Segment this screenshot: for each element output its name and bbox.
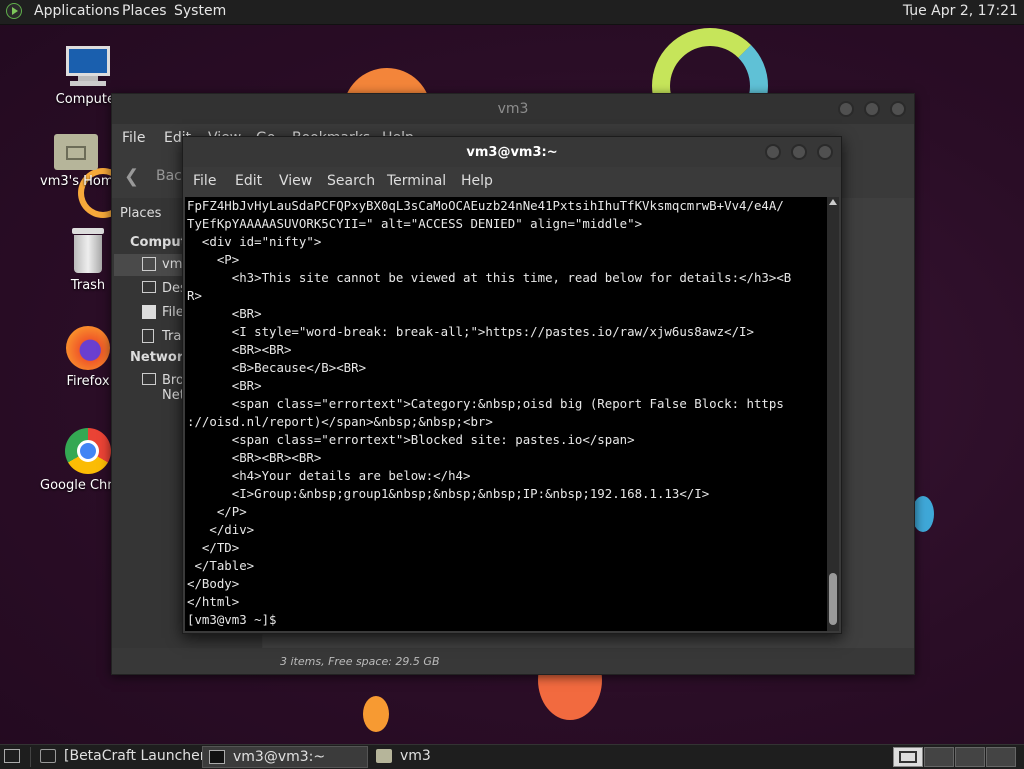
taskbar-item-label: vm3 [400,748,431,764]
terminal-line: <P> [187,252,240,267]
terminal-line: <h4>Your details are below:</h4> [187,468,471,483]
sidebar-header[interactable]: Places [120,206,161,221]
status-bar: 3 items, Free space: 29.5 GB [112,648,914,674]
terminal-output[interactable]: FpFZ4HbJvHyLauSdaPCFQPxyBX0qL3sCaMoOCAEu… [185,197,827,631]
terminal-prompt: [vm3@vm3 ~]$ [187,612,284,627]
terminal-line: </Table> [187,558,255,573]
taskbar-item-label: [BetaCraft Launcher... [64,748,202,764]
trash-icon [70,228,106,274]
term-menu-help[interactable]: Help [461,173,493,189]
terminal-titlebar[interactable]: vm3@vm3:~ [183,137,841,167]
workspace-2[interactable] [924,747,954,767]
terminal-line: </html> [187,594,240,609]
scroll-up-icon[interactable] [829,199,837,205]
terminal-icon [209,750,225,764]
terminal-line: R> [187,288,202,303]
taskbar-item-label: vm3@vm3:~ [233,749,326,765]
terminal-line: </div> [187,522,255,537]
minimize-button[interactable] [765,144,781,160]
terminal-line: <BR><BR> [187,342,292,357]
terminal-line: </TD> [187,540,240,555]
menu-logo-icon[interactable] [6,3,22,19]
status-text: 3 items, Free space: 29.5 GB [280,655,440,668]
terminal-line: <h3>This site cannot be viewed at this t… [187,270,792,285]
computer-icon [64,46,112,88]
workspace-window-icon [899,751,917,763]
wallpaper-blue-blob [912,496,934,532]
home-icon [142,257,156,271]
window-title: vm3@vm3:~ [466,145,558,160]
home-folder-icon [54,130,98,170]
drive-icon [142,305,156,319]
window-title: vm3 [497,101,529,117]
term-menu-edit[interactable]: Edit [235,173,262,189]
chrome-icon [65,428,111,474]
terminal-line: </Body> [187,576,240,591]
terminal-scrollbar[interactable] [827,197,839,631]
java-icon [40,749,56,763]
taskbar-item-vm3[interactable]: vm3 [370,746,530,768]
menu-system[interactable]: System [174,3,226,19]
scrollbar-thumb[interactable] [829,573,837,625]
file-manager-titlebar[interactable]: vm3 [112,94,914,124]
taskbar-item-betacraft[interactable]: [BetaCraft Launcher... [34,746,202,768]
folder-icon [376,749,392,763]
desktop-folder-icon [142,281,156,293]
terminal-line: <div id="nifty"> [187,234,322,249]
term-menu-view[interactable]: View [279,173,312,189]
term-menu-terminal[interactable]: Terminal [387,173,446,189]
maximize-button[interactable] [864,101,880,117]
terminal-line: <BR> [187,306,262,321]
terminal-line: <I style="word-break: break-all;">https:… [187,324,754,339]
term-menu-search[interactable]: Search [327,173,375,189]
workspace-3[interactable] [955,747,985,767]
term-menu-file[interactable]: File [193,173,216,189]
menu-applications[interactable]: Applications [34,3,120,19]
terminal-line: <B>Because</B><BR> [187,360,367,375]
maximize-button[interactable] [791,144,807,160]
taskbar-item-terminal[interactable]: vm3@vm3:~ [202,746,368,768]
terminal-line: <I>Group:&nbsp;group1&nbsp;&nbsp;&nbsp;I… [187,486,710,501]
minimize-button[interactable] [838,101,854,117]
close-button[interactable] [817,144,833,160]
panel-separator [30,747,31,767]
terminal-line: <BR> [187,378,262,393]
clock[interactable]: Tue Apr 2, 17:21 [903,3,1018,19]
desktop-icon-home[interactable]: vm3's Home [40,130,112,189]
terminal-line: </P> [187,504,247,519]
network-icon [142,373,156,385]
show-desktop-icon[interactable] [4,749,20,763]
terminal-line: TyEfKpYAAAAASUVORK5CYII=" alt="ACCESS DE… [187,216,643,231]
menu-places[interactable]: Places [122,3,167,19]
close-button[interactable] [890,101,906,117]
terminal-line: <BR><BR><BR> [187,450,322,465]
firefox-icon [66,326,110,370]
wallpaper-small-orange [363,696,389,732]
terminal-line: <span class="errortext">Category:&nbsp;o… [187,396,784,411]
desktop-icon-label: vm3's Home [40,174,112,189]
top-panel: Applications Places System Tue Apr 2, 17… [0,0,1024,25]
terminal-line: <span class="errortext">Blocked site: pa… [187,432,635,447]
terminal-menubar: File Edit View Search Terminal Help [183,167,841,195]
workspace-4[interactable] [986,747,1016,767]
back-arrow-icon[interactable]: ❮ [124,166,139,187]
workspace-switcher[interactable] [893,747,923,767]
bottom-panel: [BetaCraft Launcher... vm3@vm3:~ vm3 [0,744,1024,769]
trash-small-icon [142,329,154,343]
terminal-line: ://oisd.nl/report)</span>&nbsp;&nbsp;<br… [187,414,493,429]
fm-menu-file[interactable]: File [122,130,145,146]
terminal-window: vm3@vm3:~ File Edit View Search Terminal… [182,136,842,634]
terminal-line: FpFZ4HbJvHyLauSdaPCFQPxyBX0qL3sCaMoOCAEu… [187,198,784,213]
